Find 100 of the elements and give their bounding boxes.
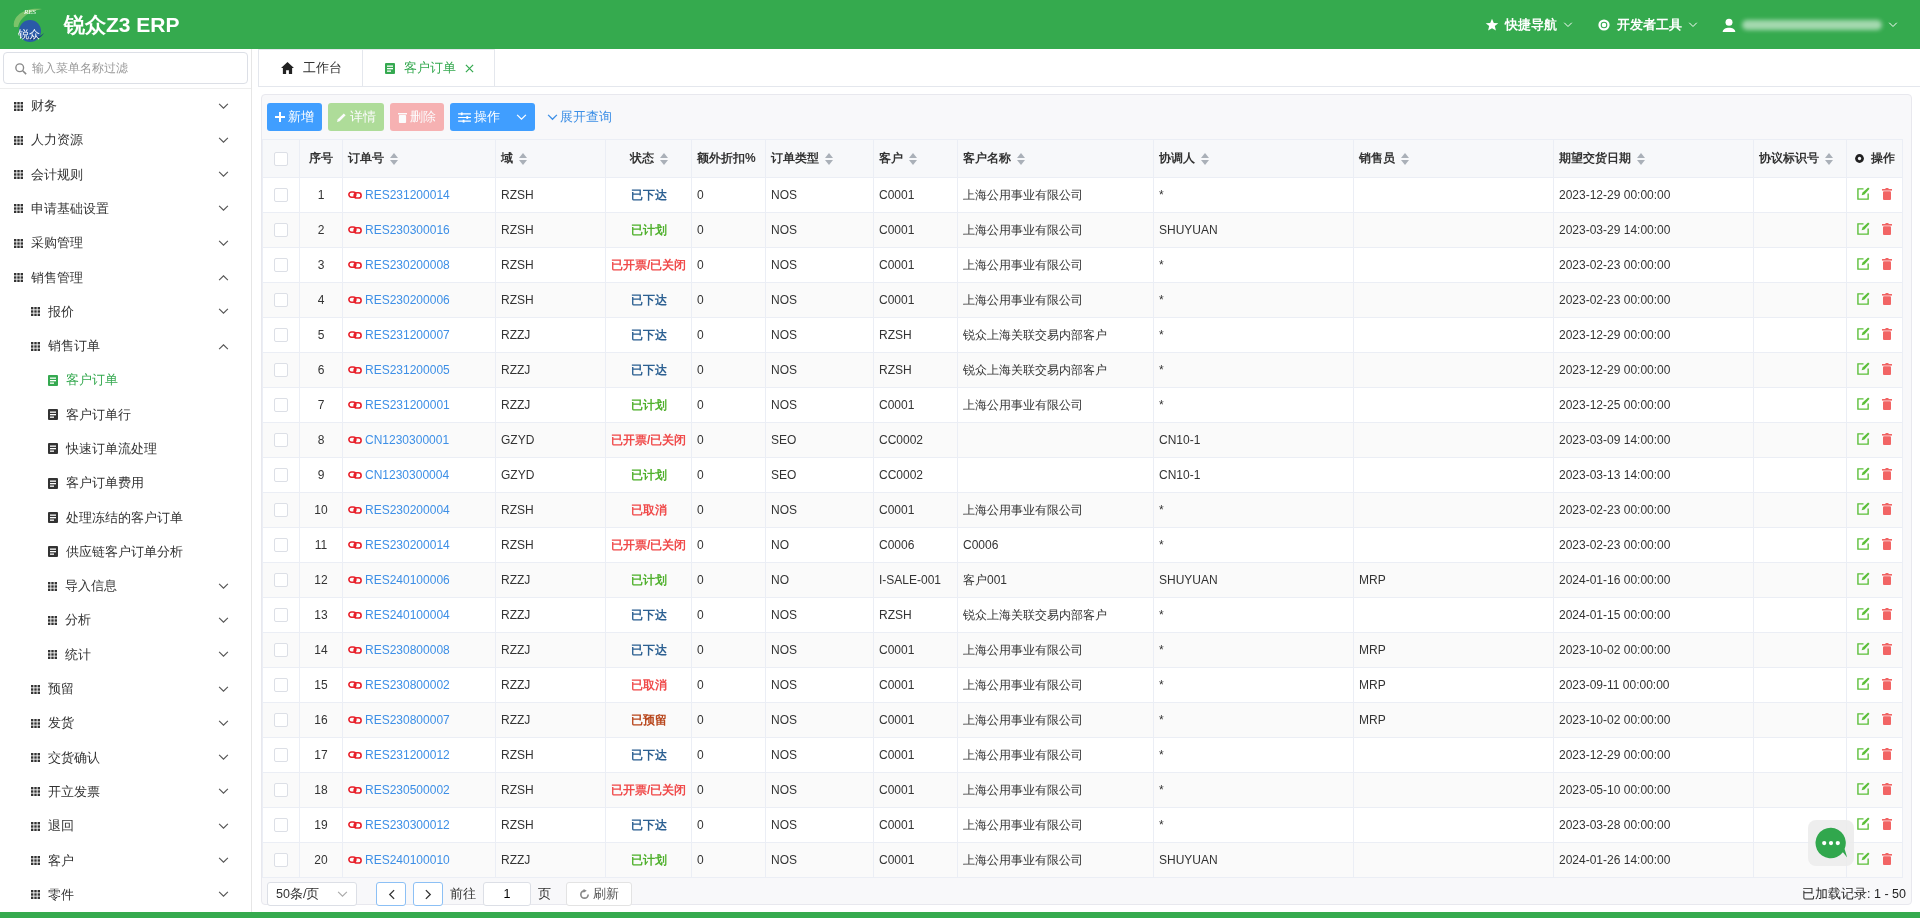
page-input[interactable]: 1 bbox=[483, 882, 531, 906]
trash-icon[interactable] bbox=[1882, 362, 1892, 375]
page-size-select[interactable]: 50条/页 bbox=[267, 882, 357, 906]
menu-item[interactable]: 客户订单费用 bbox=[0, 466, 251, 501]
trash-icon[interactable] bbox=[1882, 432, 1892, 445]
sort-icon[interactable] bbox=[1637, 152, 1645, 165]
sort-icon[interactable] bbox=[1017, 152, 1025, 165]
menu-item[interactable]: 客户订单行 bbox=[0, 397, 251, 432]
menu-item[interactable]: 采购管理 bbox=[0, 226, 251, 261]
edit-icon[interactable] bbox=[1857, 187, 1870, 200]
edit-icon[interactable] bbox=[1857, 572, 1870, 585]
trash-icon[interactable] bbox=[1882, 852, 1892, 865]
sort-icon[interactable] bbox=[659, 152, 668, 165]
edit-icon[interactable] bbox=[1857, 502, 1870, 515]
edit-icon[interactable] bbox=[1857, 432, 1870, 445]
checkbox[interactable] bbox=[274, 783, 288, 798]
checkbox[interactable] bbox=[274, 643, 288, 658]
edit-icon[interactable] bbox=[1857, 712, 1870, 725]
trash-icon[interactable] bbox=[1882, 712, 1892, 725]
chat-button[interactable] bbox=[1808, 820, 1854, 866]
dropdown-button[interactable]: 操作 bbox=[450, 103, 535, 131]
trash-icon[interactable] bbox=[1882, 292, 1892, 305]
menu-item[interactable]: 供应链客户订单分析 bbox=[0, 534, 251, 570]
previous-page-button[interactable] bbox=[376, 882, 406, 906]
edit-icon[interactable] bbox=[1857, 257, 1870, 270]
trash-icon[interactable] bbox=[1882, 187, 1892, 200]
trash-icon[interactable] bbox=[1882, 327, 1892, 340]
menu-item[interactable]: 零件 bbox=[0, 877, 251, 912]
trash-icon[interactable] bbox=[1882, 397, 1892, 410]
checkbox[interactable] bbox=[274, 538, 288, 553]
checkbox[interactable] bbox=[274, 468, 288, 483]
search-field[interactable]: 输入菜单名称过滤 bbox=[3, 52, 248, 84]
trash-icon[interactable] bbox=[1882, 782, 1892, 795]
edit-icon[interactable] bbox=[1857, 607, 1870, 620]
checkbox[interactable] bbox=[274, 503, 288, 518]
edit-icon[interactable] bbox=[1857, 222, 1870, 235]
sort-icon[interactable] bbox=[1201, 152, 1209, 165]
sort-icon[interactable] bbox=[909, 152, 917, 165]
edit-icon[interactable] bbox=[1857, 327, 1870, 340]
checkbox[interactable] bbox=[274, 328, 288, 343]
edit-icon[interactable] bbox=[1857, 467, 1870, 480]
checkbox[interactable] bbox=[274, 853, 288, 868]
nav-menu[interactable]: 快捷导航 bbox=[1485, 15, 1573, 34]
checkbox[interactable] bbox=[274, 433, 288, 448]
menu-item[interactable]: 销售管理 bbox=[0, 260, 251, 295]
menu-item[interactable]: 客户 bbox=[0, 843, 251, 878]
checkbox[interactable] bbox=[274, 748, 288, 763]
checkbox[interactable] bbox=[274, 223, 288, 238]
edit-icon[interactable] bbox=[1857, 677, 1870, 690]
menu-item[interactable]: 快速订单流处理 bbox=[0, 431, 251, 467]
menu-item[interactable]: 开立发票 bbox=[0, 774, 251, 810]
checkbox[interactable] bbox=[274, 293, 288, 308]
trash-icon[interactable] bbox=[1882, 607, 1892, 620]
menu-item[interactable]: 会计规则 bbox=[0, 157, 251, 192]
sort-icon[interactable] bbox=[825, 152, 833, 165]
edit-icon[interactable] bbox=[1857, 747, 1870, 760]
refresh-button[interactable]: 刷新 bbox=[566, 882, 632, 906]
trash-icon[interactable] bbox=[1882, 817, 1892, 830]
sort-icon[interactable] bbox=[1825, 152, 1833, 165]
sort-icon[interactable] bbox=[390, 152, 398, 165]
trash-icon[interactable] bbox=[1882, 467, 1892, 480]
menu-item[interactable]: 退回 bbox=[0, 809, 251, 844]
checkbox[interactable] bbox=[274, 818, 288, 833]
tab[interactable]: 客户订单 bbox=[363, 49, 495, 86]
edit-icon[interactable] bbox=[1857, 397, 1870, 410]
nav-menu[interactable]: 开发者工具 bbox=[1597, 15, 1698, 34]
checkbox[interactable] bbox=[274, 608, 288, 623]
trash-icon[interactable] bbox=[1882, 222, 1892, 235]
checkbox[interactable] bbox=[274, 188, 288, 203]
menu-item[interactable]: 发货 bbox=[0, 706, 251, 741]
edit-icon[interactable] bbox=[1857, 537, 1870, 550]
next-page-button[interactable] bbox=[413, 882, 443, 906]
checkbox[interactable] bbox=[274, 151, 288, 166]
menu-item[interactable]: 分析 bbox=[0, 603, 251, 638]
checkbox[interactable] bbox=[274, 258, 288, 273]
checkbox[interactable] bbox=[274, 573, 288, 588]
menu-item[interactable]: 报价 bbox=[0, 294, 251, 329]
edit-icon[interactable] bbox=[1857, 642, 1870, 655]
checkbox[interactable] bbox=[274, 678, 288, 693]
edit-icon[interactable] bbox=[1857, 362, 1870, 375]
menu-item[interactable]: 统计 bbox=[0, 637, 251, 672]
sort-icon[interactable] bbox=[1401, 152, 1409, 165]
trash-icon[interactable] bbox=[1882, 572, 1892, 585]
toolbar-button[interactable]: 新增 bbox=[267, 103, 322, 131]
menu-item[interactable]: 销售订单 bbox=[0, 328, 251, 364]
expand-search-link[interactable]: 展开查询 bbox=[547, 108, 612, 126]
trash-icon[interactable] bbox=[1882, 537, 1892, 550]
checkbox[interactable] bbox=[274, 363, 288, 378]
user-menu[interactable] bbox=[1722, 17, 1898, 32]
trash-icon[interactable] bbox=[1882, 642, 1892, 655]
menu-item[interactable]: 预留 bbox=[0, 671, 251, 707]
edit-icon[interactable] bbox=[1857, 292, 1870, 305]
menu-item[interactable]: 财务 bbox=[0, 88, 251, 124]
menu-item[interactable]: 客户订单 bbox=[0, 363, 251, 398]
trash-icon[interactable] bbox=[1882, 747, 1892, 760]
sort-icon[interactable] bbox=[519, 152, 527, 165]
close-icon[interactable] bbox=[465, 63, 474, 73]
checkbox[interactable] bbox=[274, 713, 288, 728]
checkbox[interactable] bbox=[274, 398, 288, 413]
trash-icon[interactable] bbox=[1882, 677, 1892, 690]
